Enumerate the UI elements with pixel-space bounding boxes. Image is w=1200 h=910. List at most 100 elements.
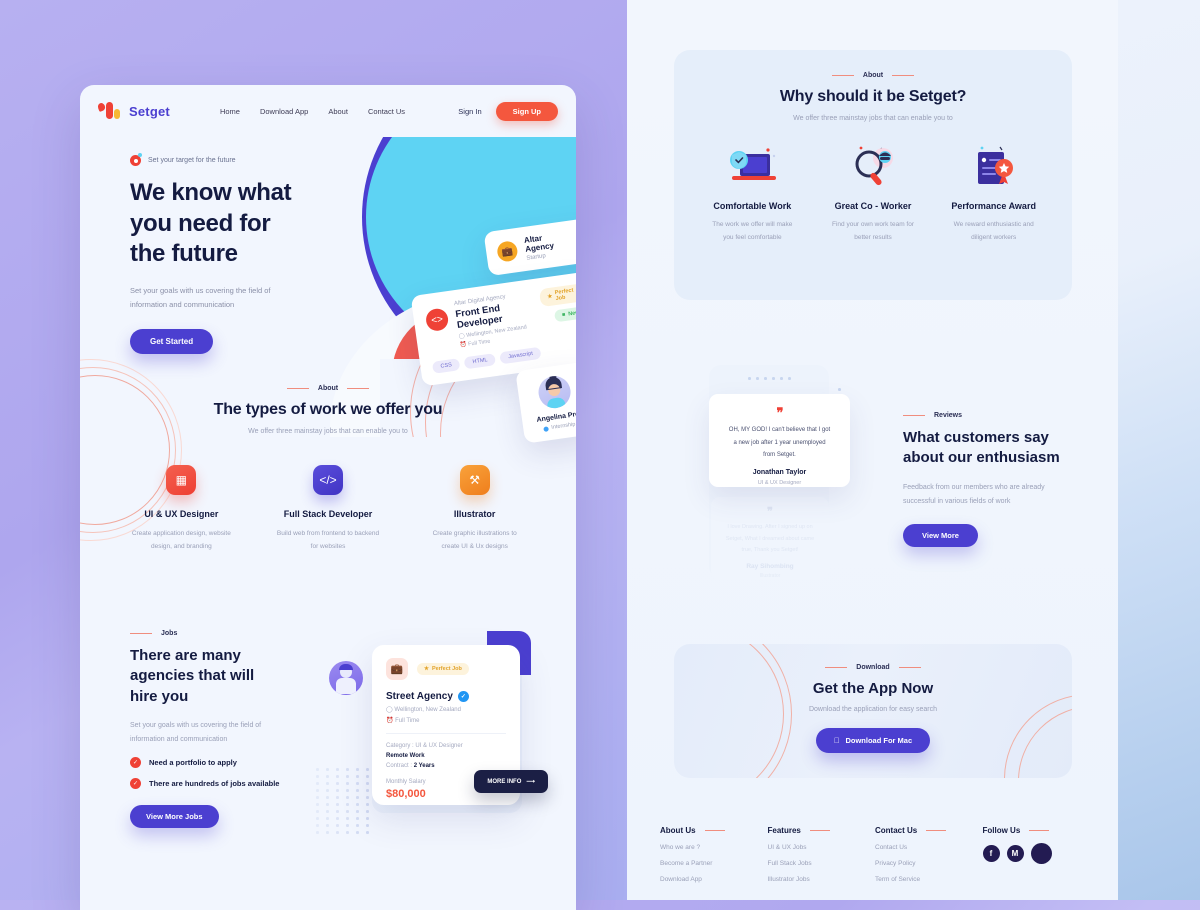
quote-icon: ❞ [776,405,784,420]
tag-html: HTML [463,353,497,370]
jobs-content: Jobs There are many agencies that will hir… [130,630,330,828]
footer-link[interactable]: UI & UX Jobs [768,844,876,851]
hero-subtitle-line-1: Set your goals with us covering the fiel… [130,286,271,296]
hero-eyebrow-text: Set your target for the future [148,157,236,164]
testimonial-card-faded[interactable]: ❞ I love Drawing. After I signed up on S… [711,497,829,579]
work-type-card-uiux[interactable]: ▦ UI & UX Designer Create application de… [108,465,255,553]
divider [386,733,506,734]
view-more-jobs-button[interactable]: View More Jobs [130,804,219,828]
why-item-performance-award[interactable]: Performance Award We reward enthusiastic… [933,130,1054,244]
jobs-label: Jobs [130,630,330,637]
testimonial-quote: OH, MY GOD! I can't believe that I got a… [728,427,831,459]
apple-icon:  [834,736,840,745]
jobs-label-text: Jobs [161,630,178,637]
why-item-name: Comfortable Work [713,201,792,211]
job-detail-location: ◯ Wellington, New Zealand [386,707,461,713]
job-detail-category: Category : UI & UX Designer [386,743,463,749]
dot-row-decor [748,375,791,383]
more-info-button[interactable]: MORE INFO ⟶ [474,770,548,793]
footer-link[interactable]: Privacy Policy [875,860,983,867]
why-item-desc: The work we offer will make you feel comf… [712,221,793,241]
footer-link[interactable]: Contact Us [875,844,983,851]
why-item-desc: Find your own work team for better result… [832,221,915,241]
hero-title: We know what you need for the future [130,178,360,270]
nav-item-download-app[interactable]: Download App [260,107,308,116]
badge-perfect-job: ★ Perfect Job [539,283,576,308]
logo-mark-icon [96,102,122,120]
why-item-name: Great Co - Worker [834,201,912,211]
job-detail-card[interactable]: 💼 ★ Perfect Job Street Agency ✓ ◯ Welling… [372,645,548,805]
testimonial-card-active[interactable]: ❞ OH, MY GOD! I can't believe that I got… [709,394,850,487]
code-brackets-icon: </> [313,465,343,495]
why-item-comfortable-work[interactable]: Comfortable Work The work we offer will … [692,130,813,244]
about-section: About The types of work we offer you We … [80,385,576,553]
get-started-button[interactable]: Get Started [130,328,214,354]
job-section-avatar [329,661,363,695]
footer-link[interactable]: Download App [660,876,768,883]
logo[interactable]: Setget [96,102,170,120]
jobs-title: There are many agencies that will hire you [130,647,255,705]
jobs-check-label: Need a portfolio to apply [149,757,237,767]
briefcase-icon: 💼 [386,658,408,680]
footer-link[interactable]: Become a Partner [660,860,768,867]
work-type-name: Full Stack Developer [283,509,373,519]
nav-item-home[interactable]: Home [220,107,240,116]
sign-up-button[interactable]: Sign Up [495,101,558,121]
job-detail-remote: Remote Work [386,753,425,759]
work-type-card-illustrator[interactable]: ⚒ Illustrator Create graphic illustratio… [401,465,548,553]
jobs-check-label: There are hundreds of jobs available [149,778,280,788]
why-item-great-co-worker[interactable]: Great Co - Worker Find your own work tea… [813,130,934,244]
certificate-ribbon-icon [933,130,1054,190]
nav-item-contact-us[interactable]: Contact Us [368,107,405,116]
footer-column-about-us: About Us Who we are ? Become a Partner D… [660,826,768,883]
footer-link[interactable]: Illustrator Jobs [768,876,876,883]
hero-title-line-2: you need for [130,209,271,237]
tag-css: CSS [431,358,461,374]
reviews-label-text: Reviews [934,412,963,419]
download-label: Download [674,664,1072,671]
quote-icon: ❞ [767,506,773,518]
arrow-right-icon: ⟶ [526,779,535,785]
facebook-icon[interactable]: f [982,845,1000,862]
medium-icon[interactable]: M [1006,845,1024,862]
footer-column-follow-us: Follow Us f M [982,826,1091,883]
footer-heading: About Us [660,826,768,835]
work-types-grid: ▦ UI & UX Designer Create application de… [80,465,576,553]
hero-content: Set your target for the future We know w… [130,153,360,354]
view-more-reviews-button[interactable]: View More [903,523,978,547]
work-type-card-fullstack[interactable]: </> Full Stack Developer Build web from … [255,465,402,553]
footer-link[interactable]: Who we are ? [660,844,768,851]
jobs-check-2: ✓ There are hundreds of jobs available [130,777,330,789]
badge-perfect-job: ★ Perfect Job [417,663,469,675]
about-title: The types of work we offer you [213,401,443,418]
testimonial-faded-quote: I love Drawing. After I signed up on Set… [725,524,815,554]
why-label: About [674,72,1072,79]
reviews-subtitle: Feedback from our members who are alread… [903,483,1045,505]
footer-heading: Follow Us [983,826,1091,835]
footer-heading: Contact Us [875,826,983,835]
nav-item-about[interactable]: About [328,107,348,116]
footer-link[interactable]: Term of Service [875,876,983,883]
sign-in-link[interactable]: Sign In [458,107,481,116]
floating-card-person[interactable]: Angelina Pro Internship [515,361,576,444]
why-item-desc: We reward enthusiastic and diligent worke… [953,221,1034,241]
footer-link[interactable]: Full Stack Jobs [768,860,876,867]
pen-nib-icon: ⚒ [459,465,490,495]
badge-new: ■ New [554,305,576,323]
footer-column-features: Features UI & UX Jobs Full Stack Jobs Il… [768,826,876,883]
star-icon: ★ [424,666,429,672]
hero-eyebrow: Set your target for the future [130,153,360,166]
footer: About Us Who we are ? Become a Partner D… [660,826,1090,883]
layout-grid-icon: ▦ [166,465,197,495]
download-card: Download Get the App Now Download the ap… [674,644,1072,778]
download-label-text: Download [856,664,890,671]
star-icon: ★ [547,293,553,301]
reviews-content: Reviews What customers say about our enth… [903,412,1093,547]
nav-actions: Sign In Sign Up [458,101,558,121]
nav-links: Home Download App About Contact Us [220,107,405,116]
job-detail-name: Street Agency ✓ [386,691,506,702]
html5-icon: <> [424,307,450,333]
download-for-mac-button[interactable]: Download For Mac [815,728,931,753]
social-icon[interactable] [1030,843,1052,864]
work-type-name: UI & UX Designer [144,509,219,519]
